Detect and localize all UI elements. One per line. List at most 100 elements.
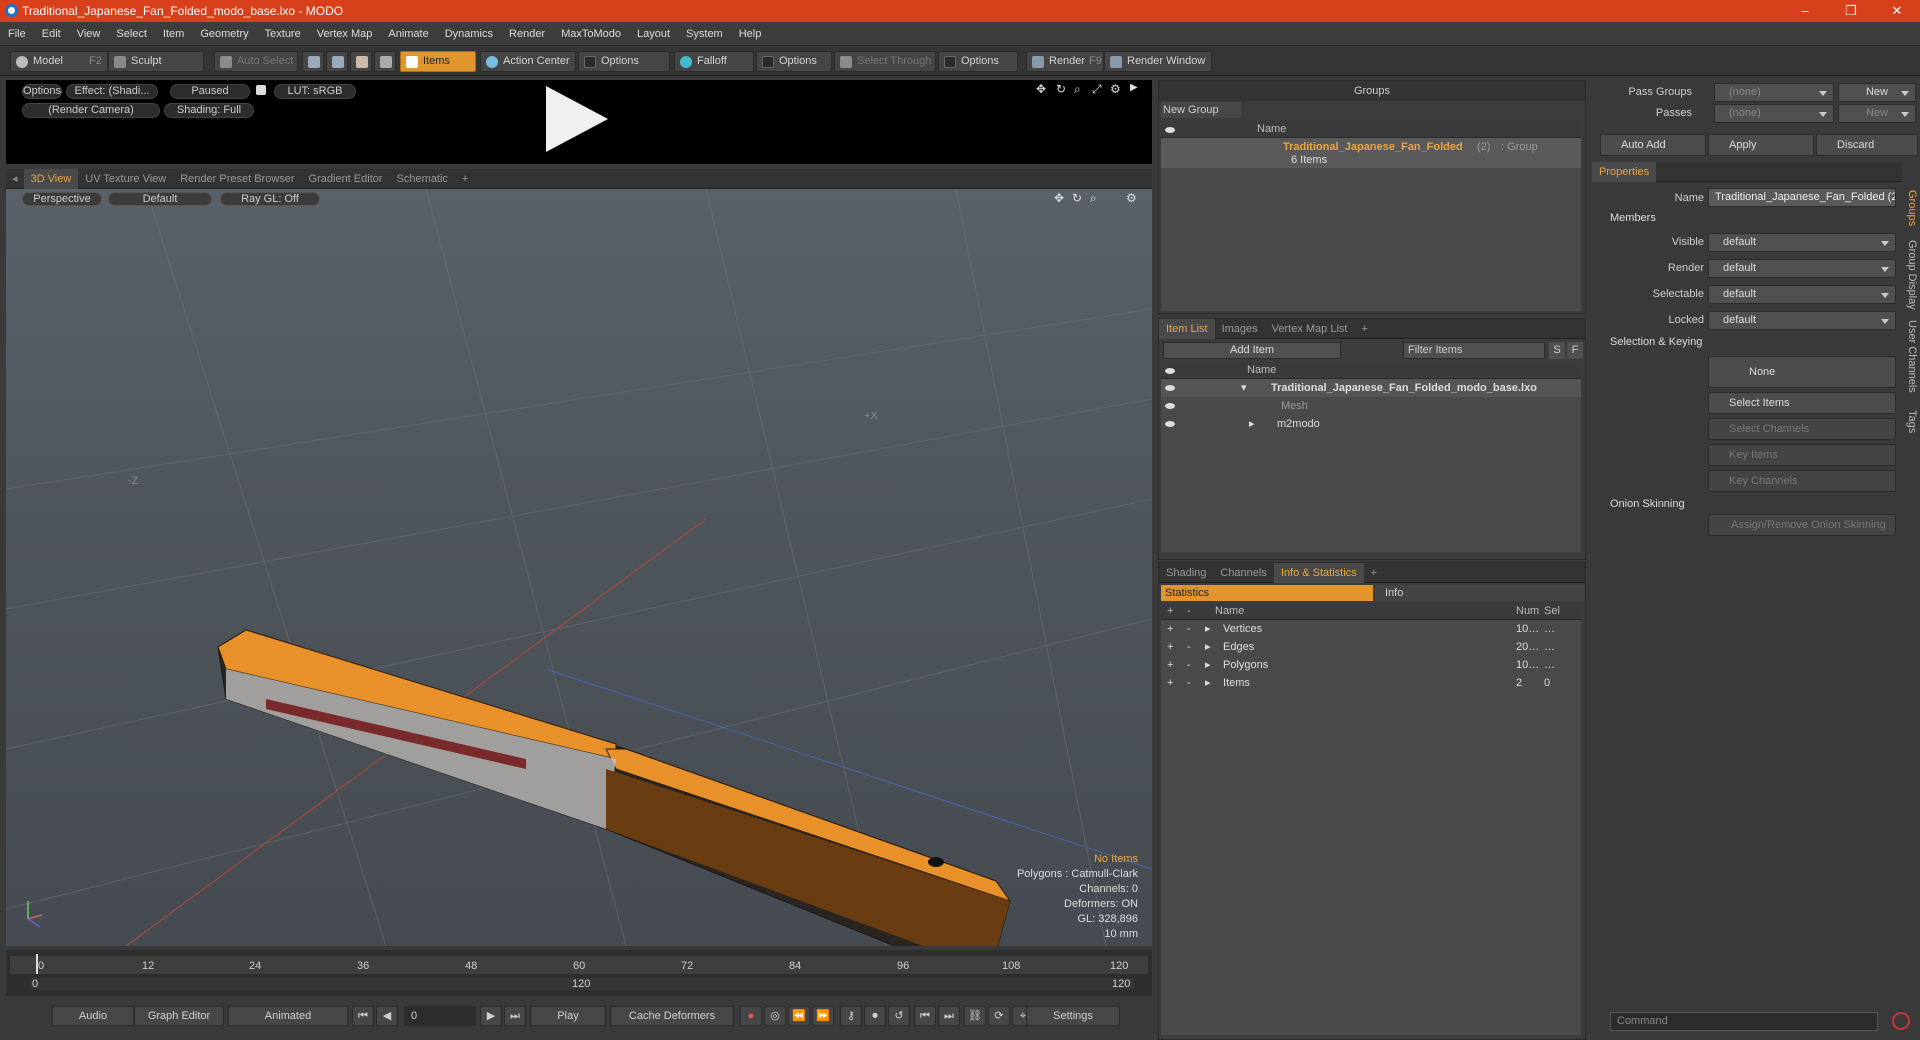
tab-images[interactable]: Images (1215, 319, 1265, 339)
edges-mode-button[interactable] (326, 51, 348, 72)
go-to-end-button[interactable]: ⏭ (504, 1006, 526, 1026)
render-button[interactable]: Render F9 (1026, 51, 1104, 72)
filter-s-button[interactable]: S (1549, 342, 1565, 359)
maximize-icon[interactable]: ⤢ (1092, 82, 1102, 97)
falloff-button[interactable]: Falloff (674, 51, 754, 72)
sculpt-mode-button[interactable]: Sculpt (108, 51, 204, 72)
zoom-icon[interactable]: ⌕ (1074, 82, 1081, 97)
next-key-button[interactable]: ▶ (480, 1006, 502, 1026)
menu-texture[interactable]: Texture (257, 28, 309, 40)
vtab-groups[interactable]: Groups (1904, 190, 1918, 226)
menu-view[interactable]: View (69, 28, 109, 40)
expand-arrow-icon[interactable]: ▸ (1205, 656, 1211, 674)
settings-button[interactable]: Settings (1026, 1006, 1120, 1026)
link-icon[interactable]: ⛓ (964, 1006, 986, 1026)
new-pass-group-button[interactable]: New (1838, 83, 1916, 102)
polygons-mode-button[interactable] (350, 51, 372, 72)
selectable-dropdown[interactable]: default (1708, 285, 1896, 304)
stat-row-edges[interactable]: + - ▸ Edges 20…… (1161, 638, 1581, 656)
lock-icon[interactable] (256, 85, 266, 95)
filter-items-input[interactable]: Filter Items (1403, 342, 1545, 359)
3d-viewport[interactable]: Perspective Default Ray GL: Off ✥ ↻ ⌕ ⚙ … (6, 189, 1152, 946)
vertices-mode-button[interactable] (302, 51, 324, 72)
menu-geometry[interactable]: Geometry (192, 28, 256, 40)
auto-select-button[interactable]: Auto Select (214, 51, 298, 72)
shading-dropdown[interactable]: Shading: Full (164, 103, 254, 118)
auto-key-icon[interactable]: ◎ (764, 1006, 786, 1026)
locked-dropdown[interactable]: default (1708, 311, 1896, 330)
menu-vertex-map[interactable]: Vertex Map (309, 28, 381, 40)
visibility-eye-icon[interactable] (1165, 385, 1175, 391)
raygl-dropdown[interactable]: Ray GL: Off (220, 192, 320, 206)
tab-item-list[interactable]: Item List (1159, 318, 1215, 339)
expand-arrow-icon[interactable]: ▸ (1249, 415, 1255, 433)
action-center-options-button[interactable]: Options (578, 51, 670, 72)
perspective-dropdown[interactable]: Perspective (22, 192, 102, 206)
lut-dropdown[interactable]: LUT: sRGB (274, 84, 356, 99)
falloff-options-button[interactable]: Options (756, 51, 832, 72)
tab-gradient-editor[interactable]: Gradient Editor (302, 169, 390, 189)
arrow-right-icon[interactable]: ▶ (1130, 82, 1138, 93)
add-tab-button[interactable]: + (1354, 319, 1374, 339)
frame-input[interactable]: 0 (404, 1006, 476, 1026)
preview-options-button[interactable]: Options (22, 84, 62, 99)
tab-shading[interactable]: Shading (1159, 563, 1213, 583)
menu-maxtomodo[interactable]: MaxToModo (553, 28, 629, 40)
go-to-start-button[interactable]: ⏮ (352, 1006, 374, 1026)
select-through-button[interactable]: Select Through (834, 51, 936, 72)
members-section[interactable]: Members (1610, 212, 1656, 224)
menu-layout[interactable]: Layout (629, 28, 678, 40)
render-camera-dropdown[interactable]: (Render Camera) (22, 103, 160, 118)
stat-row-vertices[interactable]: + - ▸ Vertices 10…… (1161, 620, 1581, 638)
discard-button[interactable]: Discard (1816, 134, 1918, 156)
selection-keying-section[interactable]: Selection & Keying (1610, 336, 1702, 348)
gear-icon[interactable]: ⚙ (1110, 82, 1121, 96)
tab-channels[interactable]: Channels (1213, 563, 1273, 583)
shading-style-dropdown[interactable]: Default (108, 192, 212, 206)
tab-vertex-map-list[interactable]: Vertex Map List (1265, 319, 1355, 339)
stop-icon[interactable] (1892, 1012, 1910, 1030)
pass-groups-dropdown[interactable]: (none) (1714, 83, 1834, 102)
statistics-tab[interactable]: Statistics (1161, 585, 1373, 601)
menu-file[interactable]: File (0, 28, 34, 40)
expand-arrow-icon[interactable]: ▸ (1205, 674, 1211, 692)
fan-model[interactable] (217, 629, 1012, 946)
sync-icon[interactable]: ⟳ (988, 1006, 1010, 1026)
command-input[interactable]: Command (1610, 1012, 1878, 1031)
close-button[interactable]: ✕ (1874, 0, 1920, 22)
item-row-scene[interactable]: ▾ Traditional_Japanese_Fan_Folded_modo_ba… (1161, 379, 1581, 397)
loop-icon[interactable]: ↺ (888, 1006, 910, 1026)
info-tab[interactable]: Info (1375, 585, 1585, 601)
minimize-button[interactable]: – (1782, 0, 1828, 22)
onion-skinning-section[interactable]: Onion Skinning (1610, 498, 1685, 510)
menu-item[interactable]: Item (155, 28, 192, 40)
item-row-mesh[interactable]: Mesh (1161, 397, 1581, 415)
visibility-eye-icon[interactable] (1165, 421, 1175, 427)
timeline[interactable]: 0 12 24 36 48 60 72 84 96 108 120 0 120 … (6, 950, 1152, 996)
model-mode-button[interactable]: Model F2 (10, 51, 108, 72)
none-selection-button[interactable]: None (1708, 356, 1896, 388)
materials-mode-button[interactable] (374, 51, 396, 72)
cache-deformers-button[interactable]: Cache Deformers (610, 1006, 734, 1026)
expand-arrow-icon[interactable]: ▸ (1205, 638, 1211, 656)
expand-arrow-icon[interactable]: ▾ (1241, 379, 1247, 397)
action-center-button[interactable]: Action Center (480, 51, 576, 72)
vtab-tags[interactable]: Tags (1904, 410, 1918, 433)
viewport-rotate-icon[interactable]: ↻ (1072, 191, 1082, 205)
menu-dynamics[interactable]: Dynamics (437, 28, 501, 40)
vtab-group-display[interactable]: Group Display (1904, 240, 1918, 310)
skip-forward-icon[interactable]: ⏭ (938, 1006, 960, 1026)
record-icon[interactable]: ⏺ (864, 1006, 886, 1026)
maximize-button[interactable]: ❐ (1828, 0, 1874, 22)
visibility-eye-icon[interactable] (1165, 403, 1175, 409)
select-channels-button[interactable]: Select Channels (1708, 418, 1896, 440)
graph-editor-button[interactable]: Graph Editor (134, 1006, 224, 1026)
tab-3d-view[interactable]: 3D View (23, 168, 79, 189)
next-frame-icon[interactable]: ⏩ (812, 1006, 834, 1026)
viewport-zoom-icon[interactable]: ⌕ (1090, 191, 1097, 206)
stat-row-items[interactable]: + - ▸ Items 2 0 (1161, 674, 1581, 692)
play-button[interactable]: Play (530, 1006, 606, 1026)
render-dropdown[interactable]: default (1708, 259, 1896, 278)
tab-info-statistics[interactable]: Info & Statistics (1273, 562, 1364, 583)
play-preview-icon[interactable] (546, 86, 608, 152)
